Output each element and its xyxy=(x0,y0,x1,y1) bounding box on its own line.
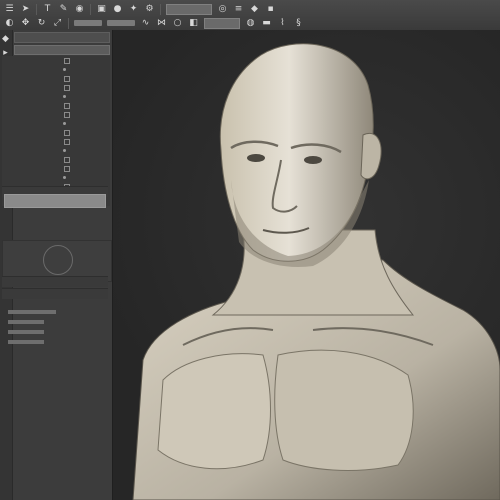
crease-icon[interactable]: ⌇ xyxy=(277,18,288,29)
list-item[interactable] xyxy=(2,137,108,146)
stack-icon[interactable]: ≡ xyxy=(233,4,244,15)
brush-strength-slider[interactable] xyxy=(107,20,135,26)
camera-icon[interactable]: ◉ xyxy=(74,4,85,15)
checkbox[interactable] xyxy=(64,166,70,172)
status-dot xyxy=(63,149,66,152)
value-slider[interactable] xyxy=(4,194,106,208)
section-header[interactable] xyxy=(2,288,108,299)
value-slider[interactable] xyxy=(8,330,44,334)
checkbox[interactable] xyxy=(64,85,70,91)
status-dot xyxy=(63,122,66,125)
left-eye xyxy=(247,154,265,162)
scale-icon[interactable]: ⤢ xyxy=(52,18,63,29)
toolbar-row-1: ☰ ➤ T ✎ ◉ ▣ ● ✦ ⚙ ◎ ≡ ◆ ▪ xyxy=(4,2,496,16)
toolbar-value-field[interactable] xyxy=(166,3,212,15)
left-panel: ◆ ▸ ▪ xyxy=(0,30,113,500)
status-dot xyxy=(63,176,66,179)
tool-icon[interactable]: ◆ xyxy=(0,34,11,45)
sphere-icon[interactable]: ● xyxy=(112,4,123,15)
toolbar-divider xyxy=(90,3,91,15)
list-item[interactable] xyxy=(2,83,108,92)
pinch-icon[interactable]: ⋈ xyxy=(156,18,167,29)
toolbar-divider xyxy=(36,3,37,15)
checkbox[interactable] xyxy=(64,103,70,109)
checkbox[interactable] xyxy=(64,139,70,145)
value-slider[interactable] xyxy=(8,310,56,314)
list-item[interactable] xyxy=(2,119,108,128)
snake-icon[interactable]: § xyxy=(293,18,304,29)
smooth-icon[interactable]: ∿ xyxy=(140,18,151,29)
menu-icon[interactable]: ☰ xyxy=(4,4,15,15)
3d-viewport[interactable] xyxy=(113,30,500,500)
top-toolbar: ☰ ➤ T ✎ ◉ ▣ ● ✦ ⚙ ◎ ≡ ◆ ▪ ◐ ✥ ↻ ⤢ ∿ ⋈ ○ … xyxy=(0,0,500,31)
right-eye xyxy=(304,156,322,164)
list-item[interactable] xyxy=(2,74,108,83)
checkbox[interactable] xyxy=(64,58,70,64)
status-dot xyxy=(63,95,66,98)
checkbox[interactable] xyxy=(64,76,70,82)
light-icon[interactable]: ✦ xyxy=(128,4,139,15)
inflate-icon[interactable]: ○ xyxy=(172,18,183,29)
clay-icon[interactable]: ◍ xyxy=(245,18,256,29)
value-slider[interactable] xyxy=(8,340,44,344)
list-item[interactable] xyxy=(2,155,108,164)
status-dot xyxy=(63,68,66,71)
search-input[interactable] xyxy=(14,45,110,55)
list-item[interactable] xyxy=(2,65,108,74)
list-item[interactable] xyxy=(2,92,108,101)
section-header[interactable] xyxy=(2,276,108,287)
toolbar-value-field[interactable] xyxy=(204,17,240,29)
toolbar-divider xyxy=(160,3,161,15)
checkbox[interactable] xyxy=(64,130,70,136)
toolbar-row-2: ◐ ✥ ↻ ⤢ ∿ ⋈ ○ ◧ ◍ ▬ ⌇ § xyxy=(4,16,496,30)
checkbox[interactable] xyxy=(64,112,70,118)
sphere-icon xyxy=(43,245,73,275)
paint-icon[interactable]: ◆ xyxy=(249,4,260,15)
settings-icon[interactable]: ⚙ xyxy=(144,4,155,15)
value-slider[interactable] xyxy=(8,320,44,324)
list-item[interactable] xyxy=(2,173,108,182)
list-item[interactable] xyxy=(2,146,108,155)
cursor-icon[interactable]: ➤ xyxy=(20,4,31,15)
list-item[interactable] xyxy=(2,110,108,119)
mask-icon[interactable]: ◧ xyxy=(188,18,199,29)
cube-icon[interactable]: ▣ xyxy=(96,4,107,15)
list-item[interactable] xyxy=(2,164,108,173)
sculpt-model[interactable] xyxy=(113,30,500,500)
sub-panel xyxy=(4,308,108,368)
text-icon[interactable]: T xyxy=(42,4,53,15)
move-icon[interactable]: ✥ xyxy=(20,18,31,29)
chest-left xyxy=(157,353,271,470)
list-item[interactable] xyxy=(2,101,108,110)
flatten-icon[interactable]: ▬ xyxy=(261,18,272,29)
lock-icon[interactable]: ▪ xyxy=(265,4,276,15)
brush-icon[interactable]: ✎ xyxy=(58,4,69,15)
checkbox[interactable] xyxy=(64,157,70,163)
eye-icon[interactable]: ◎ xyxy=(217,4,228,15)
brush-size-slider[interactable] xyxy=(74,20,102,26)
ear-shape xyxy=(360,132,382,180)
toolbar-divider xyxy=(68,17,69,29)
panel-title-bar[interactable] xyxy=(14,32,110,43)
chest-right xyxy=(274,349,414,471)
list-item[interactable] xyxy=(2,128,108,137)
sculpt-icon[interactable]: ◐ xyxy=(4,18,15,29)
property-list xyxy=(2,56,110,206)
rotate-icon[interactable]: ↻ xyxy=(36,18,47,29)
list-item[interactable] xyxy=(2,56,108,65)
